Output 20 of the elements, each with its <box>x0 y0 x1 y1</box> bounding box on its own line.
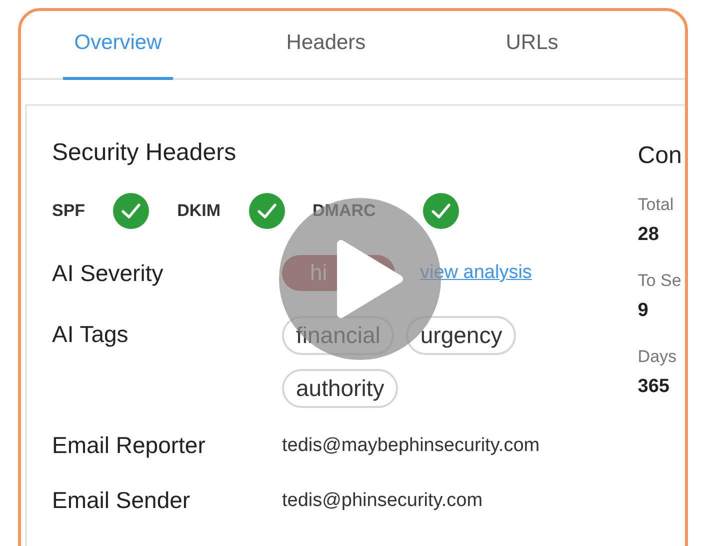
tab[interactable]: URLs <box>477 11 587 80</box>
field-label: AI Severity <box>52 260 164 286</box>
check-label: DMARC <box>312 201 376 221</box>
field-value: tedis@phinsecurity.com <box>282 490 483 512</box>
stat-value: 28 <box>638 224 660 246</box>
field-value: tedis@maybephinsecurity.com <box>282 434 540 456</box>
field-label: AI Tags <box>52 320 130 348</box>
stat-label: Days <box>638 347 678 367</box>
section-title: Con <box>638 142 683 170</box>
section-title: Security Headers <box>52 139 238 167</box>
stat-label: Total <box>638 195 675 215</box>
stat-value: 9 <box>638 300 650 322</box>
field-label: Email Sender <box>52 487 192 514</box>
field-label: Email Reporter <box>52 432 206 459</box>
tab[interactable]: Headers <box>271 11 381 80</box>
check-label: SPF <box>52 201 86 221</box>
tag-chip: authority <box>282 369 398 408</box>
stat-value: 365 <box>638 376 670 398</box>
check-label: DKIM <box>177 201 221 221</box>
stat-label: To Se <box>638 271 682 291</box>
